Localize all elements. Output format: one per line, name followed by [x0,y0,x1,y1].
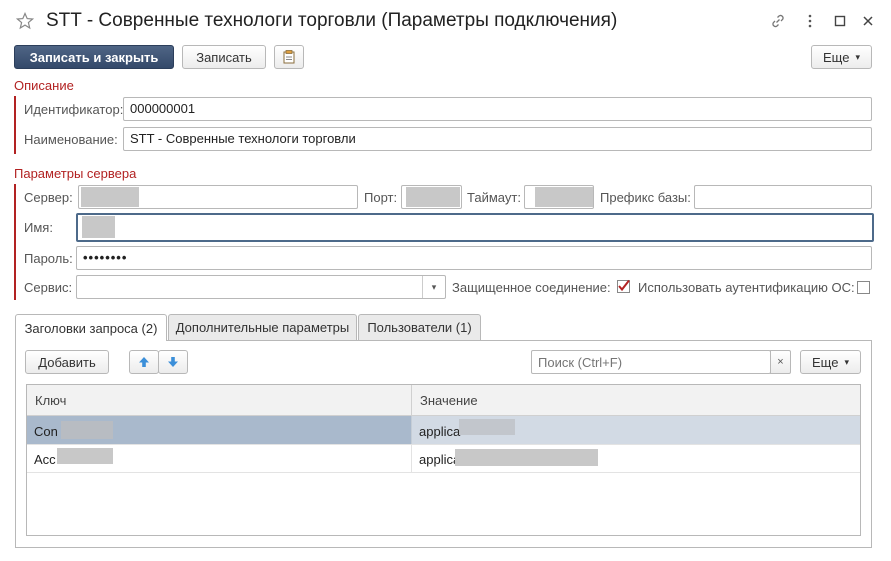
name-label: Наименование: [24,132,118,147]
identifier-field[interactable]: 000000001 [123,97,872,121]
password-field[interactable]: •••••••• [76,246,872,270]
name-field[interactable]: STT - Совренные технологи торговли [123,127,872,151]
redacted-block [455,449,598,466]
redacted-block [82,216,115,238]
username-label: Имя: [24,220,53,235]
move-up-button[interactable] [129,350,159,374]
dropdown-arrow-icon: ▾ [855,51,860,62]
port-label: Порт: [364,190,398,205]
close-icon: × [777,356,784,368]
save-label: Записать [196,49,252,65]
headers-table[interactable]: Ключ Значение Con applica Acc applica [26,384,861,536]
secure-connection-checkbox[interactable] [617,279,630,293]
tab-users[interactable]: Пользователи (1) [358,314,481,340]
table-row[interactable]: Acc applica [27,444,860,473]
tab-label: Дополнительные параметры [175,320,350,335]
dropdown-arrow-icon: ▾ [844,356,849,367]
prefix-field[interactable] [694,185,872,209]
redacted-block [57,448,113,464]
timeout-field[interactable] [524,185,594,209]
star-icon[interactable] [14,10,36,32]
search-input[interactable] [531,350,771,374]
tab-label: Пользователи (1) [367,320,472,335]
report-button[interactable] [274,45,304,69]
more-vertical-icon[interactable] [799,10,821,32]
prefix-label: Префикс базы: [600,190,691,205]
dropdown-arrow-icon: ▾ [431,282,437,292]
server-label: Сервер: [24,190,73,205]
close-icon[interactable] [857,10,879,32]
secure-connection-label: Защищенное соединение: [452,280,611,295]
window-title: STT - Совренные технологи торговли (Пара… [46,10,618,31]
redacted-block [535,187,593,207]
os-auth-checkbox[interactable] [857,281,870,294]
more-label: Еще [823,49,850,65]
arrow-up-icon [139,357,149,367]
move-down-button[interactable] [158,350,188,374]
username-field[interactable] [76,213,874,242]
save-and-close-label: Записать и закрыть [29,49,159,65]
row-key: Con [34,424,58,439]
column-header-key[interactable]: Ключ [35,393,66,408]
more-button[interactable]: Еще ▾ [811,45,872,69]
timeout-label: Таймаут: [467,190,521,205]
description-accent-bar [14,96,16,154]
redacted-block [406,187,460,207]
column-divider [411,416,412,444]
add-label: Добавить [38,354,96,370]
tab-request-headers[interactable]: Заголовки запроса (2) [15,314,167,341]
document-icon [283,50,295,64]
save-button[interactable]: Записать [182,45,266,69]
server-field[interactable] [78,185,358,209]
service-dropdown-button[interactable]: ▾ [422,276,445,298]
clear-search-button[interactable]: × [770,350,791,374]
column-header-value[interactable]: Значение [420,393,478,408]
add-button[interactable]: Добавить [25,350,109,374]
link-icon[interactable] [767,10,789,32]
os-auth-label: Использовать аутентификацию ОС: [638,280,855,295]
identifier-label: Идентификатор: [24,102,124,117]
arrow-down-icon [168,357,178,367]
tab-additional-params[interactable]: Дополнительные параметры [168,314,357,340]
panel-more-label: Еще [812,354,839,370]
password-label: Пароль: [24,251,73,266]
tab-label: Заголовки запроса (2) [24,320,158,336]
service-label: Сервис: [24,280,73,295]
server-accent-bar [14,184,16,300]
redacted-block [459,419,515,435]
panel-more-button[interactable]: Еще ▾ [800,350,861,374]
table-header: Ключ Значение [27,385,860,416]
table-row[interactable]: Con applica [27,416,860,445]
port-field[interactable] [401,185,462,209]
server-heading: Параметры сервера [14,166,137,181]
checkmark-icon [618,279,630,292]
redacted-block [81,187,139,207]
column-divider [411,444,412,472]
column-divider [411,385,412,415]
row-value: applica [419,424,461,439]
row-key: Acc [34,452,56,467]
save-and-close-button[interactable]: Записать и закрыть [14,45,174,69]
service-select[interactable]: ▾ [76,275,446,299]
maximize-icon[interactable] [829,10,851,32]
redacted-block [61,421,113,439]
description-heading: Описание [14,78,74,93]
